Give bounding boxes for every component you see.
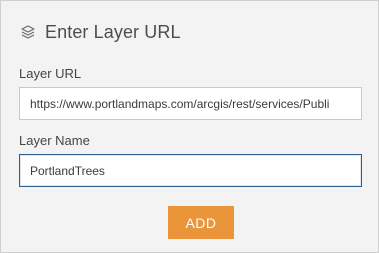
layer-url-input[interactable] [19,87,362,120]
layer-url-label: Layer URL [19,66,82,81]
add-layer-panel: Enter Layer URL Layer URL Layer Name ADD [0,0,379,253]
layers-icon [19,23,37,41]
add-button[interactable]: ADD [168,206,234,239]
layer-name-label: Layer Name [19,133,90,148]
dialog-header: Enter Layer URL [19,19,181,45]
layer-name-input[interactable] [19,154,362,187]
dialog-title: Enter Layer URL [45,21,181,42]
